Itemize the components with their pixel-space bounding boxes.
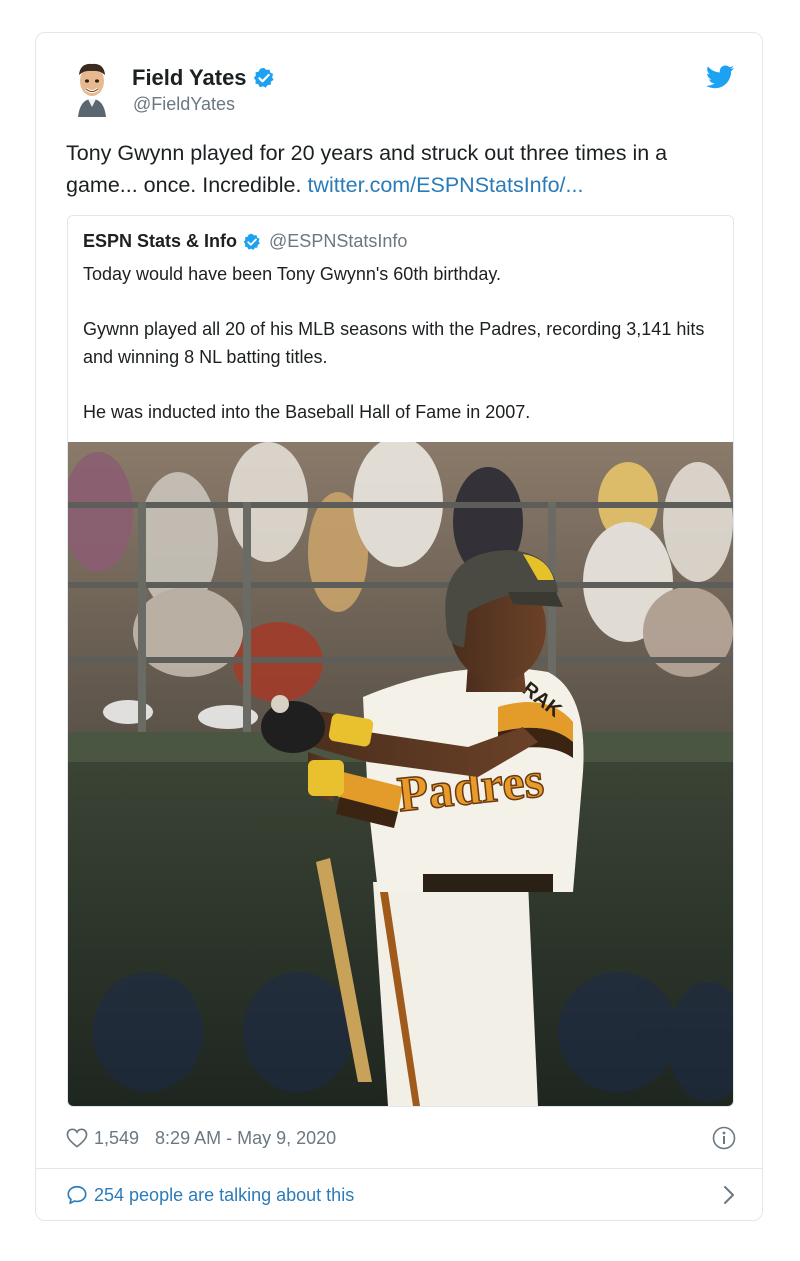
- quoted-header: ESPN Stats & Info @ESPNStatsInfo: [83, 231, 407, 252]
- quoted-paragraph: He was inducted into the Baseball Hall o…: [83, 402, 531, 422]
- like-count[interactable]: 1,549: [94, 1128, 139, 1149]
- tweet-text: Tony Gwynn played for 20 years and struc…: [66, 137, 736, 201]
- quoted-author-name[interactable]: ESPN Stats & Info: [83, 231, 237, 252]
- quoted-author-handle[interactable]: @ESPNStatsInfo: [269, 231, 407, 252]
- author-name[interactable]: Field Yates: [132, 65, 247, 91]
- tweet-link[interactable]: twitter.com/ESPNStatsInfo/...: [307, 173, 583, 197]
- embedded-tweet-card: Field Yates @FieldYates Tony Gwynn playe…: [35, 32, 763, 1221]
- comment-bubble-icon: [67, 1185, 87, 1205]
- author-name-row[interactable]: Field Yates: [132, 65, 275, 91]
- tweet-footer: 1,549 8:29 AM - May 9, 2020: [66, 1125, 736, 1151]
- twitter-bird-icon[interactable]: [706, 65, 734, 89]
- quoted-paragraph: Today would have been Tony Gwynn's 60th …: [83, 264, 502, 284]
- author-handle[interactable]: @FieldYates: [133, 94, 235, 115]
- talking-count[interactable]: 254 people are talking about this: [94, 1185, 354, 1206]
- timestamp[interactable]: 8:29 AM - May 9, 2020: [155, 1128, 336, 1149]
- quoted-photo[interactable]: Padres RAK: [68, 442, 733, 1106]
- chevron-right-icon[interactable]: [722, 1184, 736, 1206]
- quoted-text: Today would have been Tony Gwynn's 60th …: [83, 260, 723, 453]
- quoted-paragraph: Gywnn played all 20 of his MLB seasons w…: [83, 319, 705, 367]
- quoted-tweet[interactable]: ESPN Stats & Info @ESPNStatsInfo Today w…: [67, 215, 734, 1107]
- conversation-link[interactable]: 254 people are talking about this: [66, 1181, 736, 1209]
- verified-badge-icon: [253, 67, 274, 88]
- avatar[interactable]: [70, 61, 114, 117]
- info-icon[interactable]: [712, 1126, 736, 1150]
- verified-badge-icon: [243, 233, 260, 250]
- heart-icon[interactable]: [66, 1128, 88, 1148]
- footer-divider: [36, 1168, 762, 1169]
